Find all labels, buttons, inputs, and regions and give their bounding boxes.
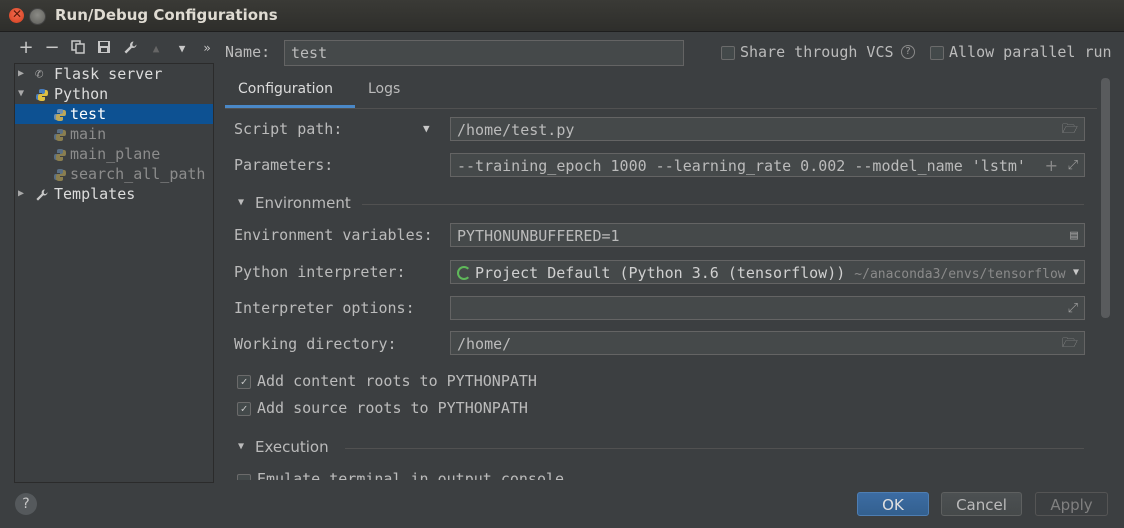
interpreter-label: Python interpreter:	[234, 263, 406, 281]
tree-item-label: main_plane	[70, 145, 161, 163]
content-roots-label: Add content roots to PYTHONPATH	[257, 372, 537, 390]
tree-item-label: main	[70, 125, 107, 143]
help-button[interactable]: ?	[15, 493, 37, 515]
wrench-icon	[35, 187, 49, 207]
chevron-down-icon[interactable]: ▼	[238, 441, 244, 452]
env-vars-label: Environment variables:	[234, 226, 433, 244]
chevron-right-icon[interactable]: ▶	[18, 64, 24, 84]
parameters-label: Parameters:	[234, 156, 334, 174]
ok-button[interactable]: OK	[857, 492, 929, 516]
tree-item-python[interactable]: ▼ Python	[15, 84, 213, 104]
tree-item-label: Flask server	[54, 65, 163, 83]
tab-configuration[interactable]: Configuration	[225, 78, 355, 108]
close-window-button[interactable]: ✕	[9, 7, 24, 23]
list-edit-icon[interactable]: ▤	[1070, 224, 1078, 246]
more-icon[interactable]: »	[198, 41, 216, 55]
environment-section-title: Environment	[255, 194, 351, 212]
name-input[interactable]: test	[284, 40, 684, 66]
loading-icon	[457, 266, 471, 280]
arrow-down-icon[interactable]: ▼	[173, 42, 191, 55]
title-bar: ✕ Run/Debug Configurations	[0, 0, 1124, 32]
tree-item-main-plane[interactable]: main_plane	[15, 144, 213, 164]
allow-parallel-label: Allow parallel run	[949, 43, 1112, 61]
save-icon[interactable]	[95, 40, 113, 58]
dropdown-arrow-icon[interactable]: ▼	[423, 122, 430, 135]
workdir-value: /home/	[457, 335, 512, 353]
tree-item-label: test	[70, 105, 107, 123]
cancel-button[interactable]: Cancel	[941, 492, 1022, 516]
expand-icon[interactable]: ⤢	[1068, 297, 1078, 319]
name-label: Name:	[225, 43, 271, 61]
env-vars-input[interactable]: PYTHONUNBUFFERED=1 ▤	[450, 223, 1085, 247]
interpreter-value: Project Default (Python 3.6 (tensorflow)…	[475, 264, 846, 282]
wrench-icon[interactable]	[121, 40, 139, 59]
script-path-input[interactable]: /home/test.py 🗁	[450, 117, 1085, 141]
env-vars-value: PYTHONUNBUFFERED=1	[457, 227, 620, 245]
source-roots-checkbox[interactable]: ✓	[237, 402, 251, 416]
tree-item-test[interactable]: test	[15, 104, 213, 124]
parameters-input[interactable]: --training_epoch 1000 --learning_rate 0.…	[450, 153, 1085, 177]
tab-label: Configuration	[238, 81, 333, 97]
tree-item-label: Python	[54, 85, 109, 103]
close-icon: ✕	[12, 7, 23, 21]
tree-item-main[interactable]: main	[15, 124, 213, 144]
interp-options-input[interactable]: ⤢	[450, 296, 1085, 320]
folder-icon[interactable]: 🗁	[1062, 332, 1078, 354]
apply-button[interactable]: Apply	[1035, 492, 1108, 516]
source-roots-label: Add source roots to PYTHONPATH	[257, 399, 528, 417]
emulate-terminal-label: Emulate terminal in output console	[257, 470, 565, 480]
chevron-right-icon[interactable]: ▶	[18, 184, 24, 204]
share-vcs-label: Share through VCS	[740, 43, 894, 61]
configurations-tree: ▶ ✆ Flask server ▼ Python test main main…	[14, 63, 214, 483]
interpreter-path: ~/anaconda3/envs/tensorflow	[854, 267, 1066, 282]
section-divider	[362, 204, 1084, 205]
execution-section-title: Execution	[255, 438, 329, 456]
tab-logs[interactable]: Logs	[357, 78, 412, 108]
script-path-value: /home/test.py	[457, 121, 575, 139]
add-icon[interactable]: +	[1045, 154, 1058, 176]
parameters-value: --training_epoch 1000 --learning_rate 0.…	[457, 157, 1026, 175]
dropdown-arrow-icon[interactable]: ▼	[1069, 261, 1079, 283]
allow-parallel-checkbox[interactable]	[930, 46, 944, 60]
script-path-label: Script path:	[234, 120, 343, 138]
minimize-window-button[interactable]	[29, 8, 46, 25]
flask-icon: ✆	[35, 66, 44, 82]
content-roots-checkbox[interactable]: ✓	[237, 375, 251, 389]
help-icon[interactable]: ?	[901, 45, 915, 59]
folder-icon[interactable]: 🗁	[1062, 118, 1078, 140]
tree-item-search-all-path[interactable]: search_all_path	[15, 164, 213, 184]
share-vcs-checkbox[interactable]	[721, 46, 735, 60]
window-title: Run/Debug Configurations	[55, 6, 278, 24]
interpreter-select[interactable]: Project Default (Python 3.6 (tensorflow)…	[450, 260, 1085, 284]
chevron-down-icon[interactable]: ▼	[238, 197, 244, 208]
minus-icon[interactable]: −	[43, 37, 61, 58]
clipped-row: Emulate terminal in output console	[225, 470, 1095, 480]
workdir-label: Working directory:	[234, 335, 397, 353]
tab-label: Logs	[368, 81, 401, 97]
tab-divider	[225, 108, 1097, 109]
expand-icon[interactable]: ⤢	[1068, 154, 1078, 176]
workdir-input[interactable]: /home/ 🗁	[450, 331, 1085, 355]
scrollbar-thumb[interactable]	[1101, 78, 1110, 318]
tree-item-templates[interactable]: ▶ Templates	[15, 184, 213, 204]
section-divider	[345, 448, 1084, 449]
copy-icon[interactable]	[69, 40, 87, 58]
tree-item-label: Templates	[54, 185, 136, 203]
plus-icon[interactable]: +	[17, 37, 35, 58]
arrow-up-icon[interactable]: ▲	[147, 42, 165, 55]
interp-options-label: Interpreter options:	[234, 299, 415, 317]
tree-item-flask-server[interactable]: ▶ ✆ Flask server	[15, 64, 213, 84]
chevron-down-icon[interactable]: ▼	[18, 84, 24, 104]
tree-item-label: search_all_path	[70, 165, 206, 183]
emulate-terminal-checkbox[interactable]	[237, 474, 251, 480]
